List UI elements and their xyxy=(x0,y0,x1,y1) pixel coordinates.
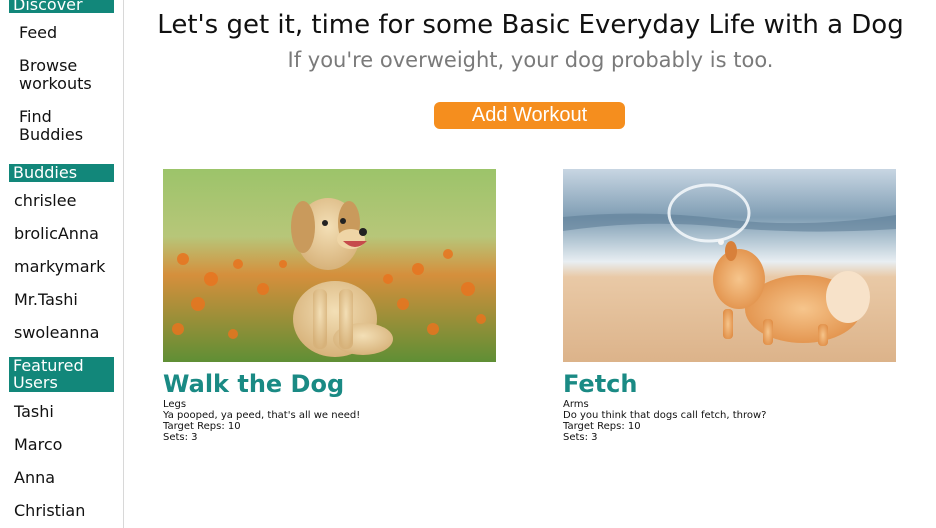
buddy-link[interactable]: brolicAnna xyxy=(14,224,99,244)
featured-user-link[interactable]: Tashi xyxy=(14,402,54,422)
workout-sets: Sets: 3 xyxy=(163,432,198,443)
sidebar-link-feed[interactable]: Feed xyxy=(19,24,57,42)
sidebar: Discover Feed Browse workouts Find Buddi… xyxy=(0,0,124,528)
featured-user-link[interactable]: Marco xyxy=(14,435,62,455)
workout-reps: Target Reps: 10 xyxy=(563,421,641,432)
workout-description: Do you think that dogs call fetch, throw… xyxy=(563,410,767,421)
buddy-link[interactable]: swoleanna xyxy=(14,323,99,343)
buddy-link[interactable]: Mr.Tashi xyxy=(14,290,78,310)
featured-user-link[interactable]: Anna xyxy=(14,468,55,488)
workout-sets: Sets: 3 xyxy=(563,432,598,443)
featured-user-link[interactable]: Christian xyxy=(14,501,85,521)
workout-reps: Target Reps: 10 xyxy=(163,421,241,432)
workout-card: Fetch Arms Do you think that dogs call f… xyxy=(563,169,896,443)
page-subtitle: If you're overweight, your dog probably … xyxy=(287,48,774,72)
discover-heading: Discover xyxy=(9,0,114,13)
sidebar-link-find-buddies[interactable]: Find Buddies xyxy=(19,108,83,144)
puppy-in-flower-field-photo xyxy=(163,169,496,362)
workout-title[interactable]: Fetch xyxy=(563,369,896,399)
workout-title[interactable]: Walk the Dog xyxy=(163,369,496,399)
workout-muscle: Arms xyxy=(563,399,589,410)
page-title: Let's get it, time for some Basic Everyd… xyxy=(157,10,904,40)
main-content: Let's get it, time for some Basic Everyd… xyxy=(125,0,936,528)
buddy-link[interactable]: markymark xyxy=(14,257,105,277)
buddies-heading: Buddies xyxy=(9,164,114,182)
workout-muscle: Legs xyxy=(163,399,187,410)
featured-users-heading: Featured Users xyxy=(9,357,114,392)
workout-description: Ya pooped, ya peed, that's all we need! xyxy=(163,410,361,421)
workout-card: Walk the Dog Legs Ya pooped, ya peed, th… xyxy=(163,169,496,443)
pomeranian-on-beach-photo xyxy=(563,169,896,362)
add-workout-button[interactable]: Add Workout xyxy=(434,102,625,129)
buddy-link[interactable]: chrislee xyxy=(14,191,76,211)
sidebar-link-browse-workouts[interactable]: Browse workouts xyxy=(19,57,92,93)
